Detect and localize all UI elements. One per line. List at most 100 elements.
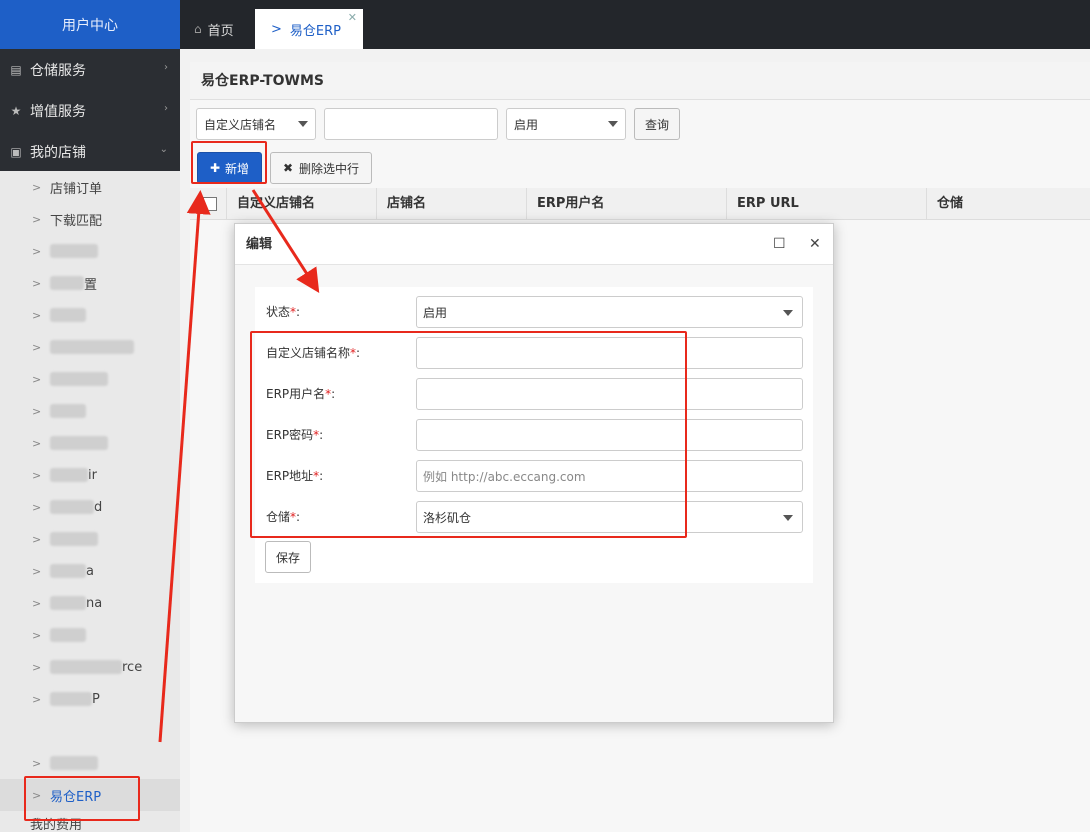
redacted-label — [50, 500, 94, 514]
redacted-label — [50, 532, 98, 546]
chevron-right-icon: > — [32, 692, 42, 706]
sidebar-item[interactable]: > — [0, 427, 180, 459]
delete-selected-button[interactable]: ✖ 删除选中行 — [270, 152, 372, 184]
sidebar-item[interactable]: > — [0, 619, 180, 651]
tab-label: 易仓ERP — [289, 23, 341, 39]
sidebar-item[interactable]: > — [0, 363, 180, 395]
filter-input[interactable] — [324, 108, 498, 140]
column-header[interactable]: ERP用户名 — [526, 188, 726, 220]
redacted-label — [50, 628, 86, 642]
caret-down-icon — [298, 121, 308, 127]
chevron-right-icon: > — [32, 628, 42, 642]
redacted-label — [50, 276, 84, 290]
chevron-right-icon: > — [32, 596, 42, 610]
sidebar-item[interactable]: > — [0, 299, 180, 331]
chevron-right-icon: > — [32, 660, 42, 674]
close-icon: ✖ — [282, 161, 294, 175]
tab-home[interactable]: ⌂ 首页 — [180, 9, 255, 49]
chevron-right-icon: > — [32, 436, 42, 450]
select-value: 自定义店铺名 — [204, 117, 277, 132]
sidebar-item[interactable]: > — [0, 523, 180, 555]
sidebar-item[interactable]: > d — [0, 491, 180, 523]
sidebar-item-label: 店铺订单 — [50, 181, 103, 197]
table-header: 自定义店铺名 店铺名 ERP用户名 ERP URL 仓储 — [190, 188, 1090, 220]
sidebar-item[interactable]: > ir — [0, 459, 180, 491]
sidebar-item-suffix: d — [94, 499, 103, 515]
sidebar-item-suffix: na — [86, 595, 103, 611]
status-select[interactable]: 启用 — [416, 296, 803, 328]
status-filter-select[interactable]: 启用 — [506, 108, 626, 140]
caret-down-icon — [608, 121, 618, 127]
close-icon[interactable]: ✕ — [348, 11, 357, 24]
tab-bar: ⌂ 首页 > 易仓ERP ✕ — [180, 0, 1090, 49]
sidebar-menu-label: 仓储服务 — [30, 62, 86, 79]
chevron-right-icon: › — [164, 103, 168, 114]
delete-button-label: 删除选中行 — [299, 161, 360, 176]
column-header[interactable]: 自定义店铺名 — [226, 188, 376, 220]
sidebar-item[interactable]: > na — [0, 587, 180, 619]
sidebar-item[interactable]: > 下载匹配 — [0, 203, 180, 235]
sidebar-menu-warehouse[interactable]: ▤ 仓储服务 › — [0, 49, 180, 90]
field-label-status: 状态*: — [266, 296, 300, 328]
sidebar-item[interactable]: > — [0, 395, 180, 427]
chevron-right-icon: > — [32, 532, 42, 546]
chevron-right-icon: > — [32, 372, 42, 386]
shopping-bag-icon: ▣ — [10, 144, 22, 159]
chevron-right-icon: > — [32, 564, 42, 578]
column-header[interactable]: 店铺名 — [376, 188, 526, 220]
column-header[interactable]: ERP URL — [726, 188, 926, 220]
redacted-label — [50, 308, 86, 322]
sidebar-item[interactable]: > P — [0, 683, 180, 715]
redacted-label — [50, 372, 108, 386]
dialog-title: 编辑 — [235, 224, 833, 265]
chevron-right-icon: > — [32, 500, 42, 514]
page-title: 易仓ERP-TOWMS — [190, 62, 1090, 100]
redacted-label — [50, 340, 134, 354]
home-icon: ⌂ — [194, 22, 202, 36]
sidebar-item[interactable]: > — [0, 235, 180, 267]
sidebar-item[interactable]: > 店铺订单 — [0, 171, 180, 203]
chevron-down-icon: ⌄ — [159, 144, 168, 155]
close-icon[interactable]: ✕ — [809, 236, 821, 252]
chevron-right-icon: > — [32, 308, 42, 322]
sidebar-header: 用户中心 — [0, 0, 180, 49]
chevron-right-icon: > — [32, 340, 42, 354]
annotation-box-menu-item — [24, 776, 140, 821]
bank-icon: ▤ — [10, 62, 22, 77]
sidebar-menu-value-added[interactable]: ★ 增值服务 › — [0, 90, 180, 131]
sidebar-item[interactable]: > — [0, 331, 180, 363]
chevron-right-icon: › — [164, 62, 168, 73]
caret-down-icon — [783, 310, 793, 316]
save-button[interactable]: 保存 — [265, 541, 311, 573]
filter-field-select[interactable]: 自定义店铺名 — [196, 108, 316, 140]
query-button[interactable]: 查询 — [634, 108, 680, 140]
sidebar-item[interactable]: > rce — [0, 651, 180, 683]
sidebar-item-erp[interactable]: > — [0, 747, 180, 779]
sidebar-item-suffix: a — [86, 563, 94, 579]
annotation-box-add — [191, 141, 267, 184]
maximize-icon[interactable]: ☐ — [773, 236, 786, 252]
chevron-right-icon: > — [32, 180, 42, 194]
redacted-label — [50, 692, 92, 706]
chevron-right-icon: > — [32, 244, 42, 258]
sidebar-menu-my-stores[interactable]: ▣ 我的店铺 ⌄ — [0, 131, 180, 172]
sidebar: 用户中心 ▤ 仓储服务 › ★ 增值服务 › ▣ 我的店铺 ⌄ > 店铺订单 > 下… — [0, 0, 180, 832]
chevron-right-icon: > — [32, 756, 42, 770]
redacted-label — [50, 404, 86, 418]
annotation-box-form-fields — [250, 331, 687, 538]
column-header[interactable]: 仓储 — [926, 188, 1090, 220]
caret-down-icon — [783, 515, 793, 521]
chevron-right-icon: > — [32, 468, 42, 482]
sidebar-submenu: > 店铺订单 > 下载匹配 > > 置 > > > > > > ir > d > > a >… — [0, 171, 180, 832]
sidebar-item[interactable]: > 置 — [0, 267, 180, 299]
redacted-label — [50, 596, 86, 610]
select-value: 启用 — [423, 305, 448, 320]
redacted-label — [50, 660, 122, 674]
tab-yicang-erp[interactable]: > 易仓ERP ✕ — [255, 9, 363, 49]
sidebar-item[interactable]: > a — [0, 555, 180, 587]
select-all-checkbox[interactable] — [203, 197, 217, 211]
star-icon: ★ — [10, 103, 22, 118]
chevron-right-icon: > — [32, 276, 42, 290]
sidebar-item-suffix: ir — [88, 467, 97, 483]
sidebar-menu-label: 我的店铺 — [30, 144, 86, 161]
